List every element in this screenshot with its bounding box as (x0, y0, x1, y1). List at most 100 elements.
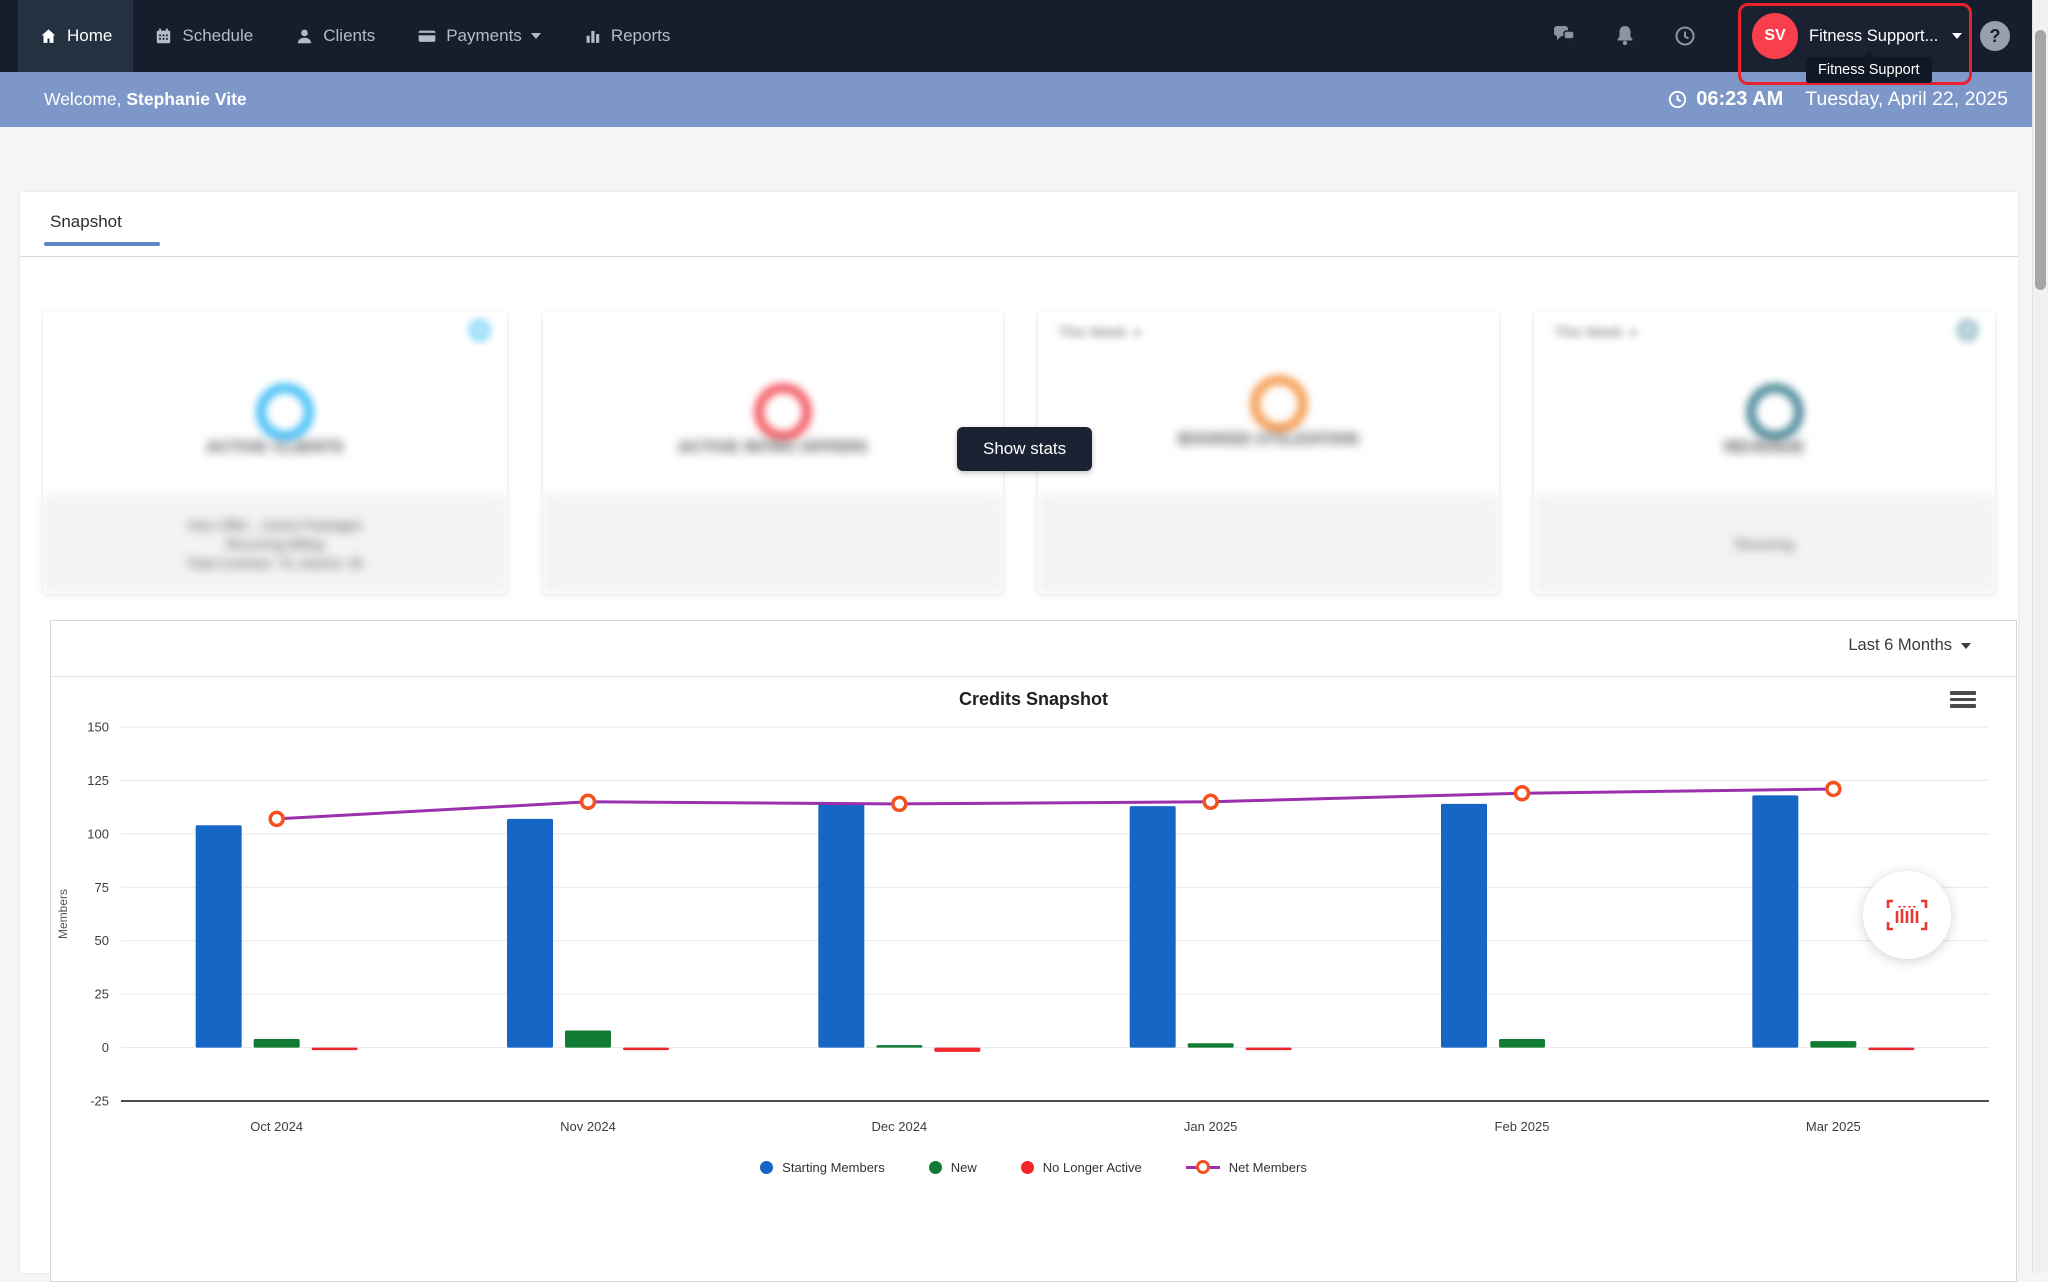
greeting-text: Welcome, (44, 89, 121, 109)
nav-label: Reports (611, 26, 671, 46)
help-icon[interactable]: ? (1980, 21, 2010, 51)
chevron-down-icon (1952, 33, 1962, 39)
user-name: Fitness Support... (1809, 27, 1938, 46)
top-navigation-bar: Home Schedule Clients Payments Reports S… (0, 0, 2048, 72)
footer-line: Intro Offer: , Active Packages (188, 518, 363, 533)
chart-menu-icon[interactable] (1950, 691, 1976, 711)
active-tab-indicator (44, 242, 160, 246)
period-dropdown[interactable]: This Week (1554, 325, 1637, 341)
clock-icon[interactable] (1672, 23, 1698, 49)
user-menu[interactable]: SV Fitness Support... (1752, 10, 1962, 62)
welcome-message: Welcome, Stephanie Vite (0, 89, 247, 110)
legend-item-starting-members[interactable]: Starting Members (760, 1160, 885, 1175)
nav-item-reports[interactable]: Reports (562, 0, 692, 72)
svg-text:0: 0 (102, 1040, 109, 1055)
person-icon (295, 27, 314, 46)
legend-dot-icon (760, 1161, 773, 1174)
range-label: Last 6 Months (1848, 636, 1952, 655)
legend-label: New (951, 1160, 977, 1175)
svg-text:125: 125 (87, 773, 109, 788)
footer-line: Recurring (1735, 537, 1794, 552)
stat-card-footer (543, 494, 1003, 594)
legend-line-marker-icon (1186, 1159, 1220, 1175)
stat-card-title: ACTIVE INTRO OFFERS (543, 439, 1003, 457)
show-stats-button[interactable]: Show stats (957, 427, 1092, 471)
legend-label: Starting Members (782, 1160, 885, 1175)
chevron-down-icon (1961, 643, 1971, 649)
barcode-scan-badge[interactable] (1863, 871, 1951, 959)
svg-text:Mar 2025: Mar 2025 (1806, 1119, 1861, 1134)
nav-label: Payments (446, 26, 522, 46)
svg-text:Members: Members (56, 889, 70, 939)
credit-card-icon (417, 26, 437, 46)
stat-card-footer (1038, 494, 1499, 594)
main-nav: Home Schedule Clients Payments Reports (0, 0, 2048, 72)
credits-snapshot-panel: Last 6 Months Credits Snapshot 150 125 100… (50, 620, 2017, 1282)
loading-ring-icon (1746, 383, 1804, 441)
bell-icon[interactable] (1612, 23, 1638, 49)
chat-icon[interactable] (1552, 23, 1578, 49)
svg-text:Dec 2024: Dec 2024 (872, 1119, 928, 1134)
legend-label: Net Members (1229, 1160, 1307, 1175)
stat-card-title: ACTIVE CLIENTS (43, 439, 507, 457)
credits-snapshot-chart: 150 125 100 75 50 25 0 -25 Members Oct 2024 Nov 20… (51, 717, 2016, 1147)
tab-bar: Snapshot (20, 192, 2018, 257)
stat-card-booked-utilization: This Week BOOKED UTILIZATION (1038, 311, 1499, 594)
current-date: Tuesday, April 22, 2025 (1805, 88, 2008, 111)
legend-dot-icon (1021, 1161, 1034, 1174)
avatar: SV (1752, 13, 1798, 59)
chevron-down-icon (1133, 331, 1141, 336)
chevron-down-icon (531, 33, 541, 39)
svg-text:Feb 2025: Feb 2025 (1495, 1119, 1550, 1134)
main-content-card: Snapshot ⚙ ACTIVE CLIENTS Intro Offer: ,… (20, 192, 2018, 1273)
time-text: 06:23 AM (1696, 88, 1783, 111)
bar-chart-icon (583, 27, 602, 46)
barcode-icon (1885, 899, 1929, 931)
svg-text:-25: -25 (90, 1094, 109, 1109)
chart-title: Credits Snapshot (51, 689, 2016, 710)
vertical-scrollbar (2032, 0, 2048, 1273)
chevron-down-icon (1629, 331, 1637, 336)
stat-card-active-clients: ⚙ ACTIVE CLIENTS Intro Offer: , Active P… (43, 311, 507, 594)
period-dropdown[interactable]: This Week (1058, 325, 1141, 341)
clock-icon (1667, 89, 1688, 110)
home-icon (39, 27, 58, 46)
stat-card-title: REVENUE (1534, 439, 1995, 457)
svg-text:Oct 2024: Oct 2024 (250, 1119, 303, 1134)
gear-icon[interactable]: ⚙ (466, 317, 493, 347)
loading-ring-icon (256, 383, 314, 441)
stat-card-revenue: This Week ⚙ REVENUE Recurring (1534, 311, 1995, 594)
svg-text:50: 50 (95, 933, 109, 948)
nav-label: Clients (323, 26, 375, 46)
svg-text:100: 100 (87, 826, 109, 841)
legend-item-net-members[interactable]: Net Members (1186, 1159, 1307, 1175)
scrollbar-thumb[interactable] (2035, 30, 2046, 290)
loading-ring-icon (1250, 375, 1308, 433)
nav-item-schedule[interactable]: Schedule (133, 0, 274, 72)
nav-item-payments[interactable]: Payments (396, 0, 562, 72)
svg-text:Nov 2024: Nov 2024 (560, 1119, 616, 1134)
stat-card-active-intro-offers: ACTIVE INTRO OFFERS (543, 311, 1003, 594)
svg-text:25: 25 (95, 987, 109, 1002)
nav-item-clients[interactable]: Clients (274, 0, 396, 72)
svg-text:Jan 2025: Jan 2025 (1184, 1119, 1238, 1134)
gear-icon[interactable]: ⚙ (1954, 317, 1981, 347)
topbar-icon-group (1552, 0, 1698, 72)
welcome-user-name: Stephanie Vite (126, 89, 246, 109)
legend-item-new[interactable]: New (929, 1160, 977, 1175)
nav-label: Schedule (182, 26, 253, 46)
stat-card-footer: Recurring (1534, 494, 1995, 594)
svg-text:150: 150 (87, 720, 109, 735)
nav-label: Home (67, 26, 112, 46)
tab-snapshot[interactable]: Snapshot (50, 212, 122, 232)
stat-card-footer: Intro Offer: , Active Packages Recurring… (43, 494, 507, 594)
legend-label: No Longer Active (1043, 1160, 1142, 1175)
footer-line: Recurring Billing (226, 537, 324, 552)
current-time: 06:23 AM (1667, 88, 1783, 111)
legend-item-no-longer-active[interactable]: No Longer Active (1021, 1160, 1142, 1175)
nav-item-home[interactable]: Home (18, 0, 133, 72)
svg-text:75: 75 (95, 880, 109, 895)
period-label: This Week (1058, 325, 1126, 341)
range-selector[interactable]: Last 6 Months (1848, 636, 1971, 655)
footer-line: Total Contract: 70, Alumni: 35 (187, 556, 363, 571)
